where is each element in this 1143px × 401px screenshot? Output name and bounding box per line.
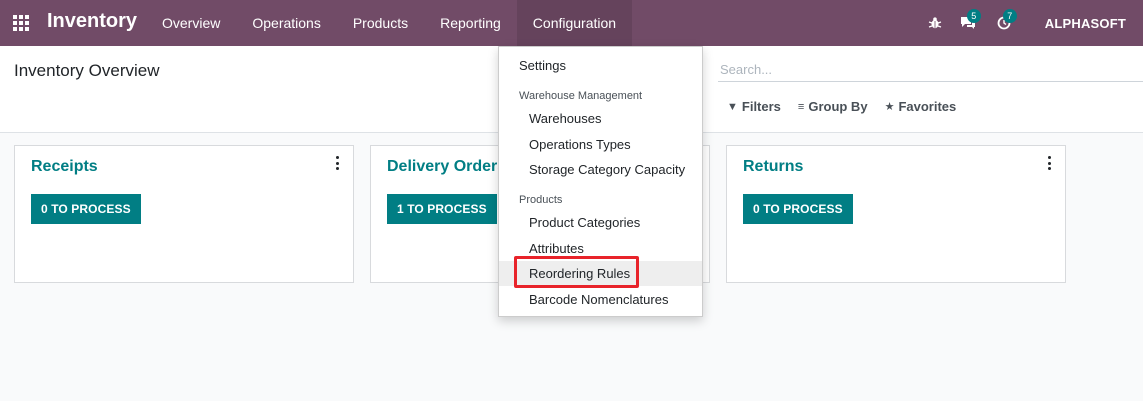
menu-operations[interactable]: Operations [236,0,336,46]
menu-item-operations-types[interactable]: Operations Types [499,132,702,157]
menu-item-settings[interactable]: Settings [499,53,702,78]
search-input[interactable] [718,58,1143,82]
menu-item-product-categories[interactable]: Product Categories [499,210,702,235]
group-by-button[interactable]: ≡ Group By [798,99,868,114]
search-options: ▼ Filters ≡ Group By ★ Favorites [727,99,956,114]
card-title[interactable]: Delivery Orders [387,158,506,176]
activities-icon[interactable]: 7 [986,0,1022,46]
section-header-warehouse-management: Warehouse Management [519,90,643,102]
card-title[interactable]: Returns [743,158,803,176]
filters-button[interactable]: ▼ Filters [727,99,781,114]
top-navbar: Inventory Overview Operations Products R… [0,0,1143,46]
menu-item-warehouses[interactable]: Warehouses [499,106,702,131]
filter-icon: ▼ [727,100,738,113]
app-title[interactable]: Inventory [47,10,137,33]
menu-item-storage-category-capacity[interactable]: Storage Category Capacity [499,157,702,182]
systray: 5 7 ALPHASOFT [920,0,1143,46]
configuration-dropdown: Settings Warehouse Management Warehouses… [498,46,703,317]
activities-count-badge: 7 [1002,9,1017,23]
star-icon: ★ [884,101,895,113]
returns-card: Returns 0 TO PROCESS [726,145,1066,283]
card-menu-icon[interactable] [1047,156,1051,170]
messages-count-badge: 5 [966,9,981,23]
menu-configuration[interactable]: Configuration [516,0,633,46]
messages-icon[interactable]: 5 [950,0,986,46]
receipts-to-process-button[interactable]: 0 TO PROCESS [31,194,141,224]
filters-label: Filters [741,99,781,114]
favorites-label: Favorites [898,99,957,114]
main-menu: Overview Operations Products Reporting C… [146,0,633,46]
menu-overview[interactable]: Overview [146,0,236,46]
favorites-button[interactable]: ★ Favorites [885,99,957,114]
menu-reporting[interactable]: Reporting [424,0,517,46]
menu-item-attributes[interactable]: Attributes [499,236,702,261]
card-menu-icon[interactable] [335,156,339,170]
group-by-label: Group By [808,99,868,114]
bug-icon[interactable] [920,0,950,46]
section-header-products: Products [519,194,563,206]
card-title[interactable]: Receipts [31,158,98,176]
page-title: Inventory Overview [14,61,160,80]
menu-item-reordering-rules[interactable]: Reordering Rules [499,261,702,286]
list-icon: ≡ [797,100,805,113]
menu-products[interactable]: Products [337,0,424,46]
apps-grid-icon[interactable] [13,15,29,31]
returns-to-process-button[interactable]: 0 TO PROCESS [743,194,853,224]
menu-item-barcode-nomenclatures[interactable]: Barcode Nomenclatures [499,287,702,312]
receipts-card: Receipts 0 TO PROCESS [14,145,354,283]
delivery-orders-to-process-button[interactable]: 1 TO PROCESS [387,194,497,224]
company-switcher[interactable]: ALPHASOFT [1022,16,1143,31]
